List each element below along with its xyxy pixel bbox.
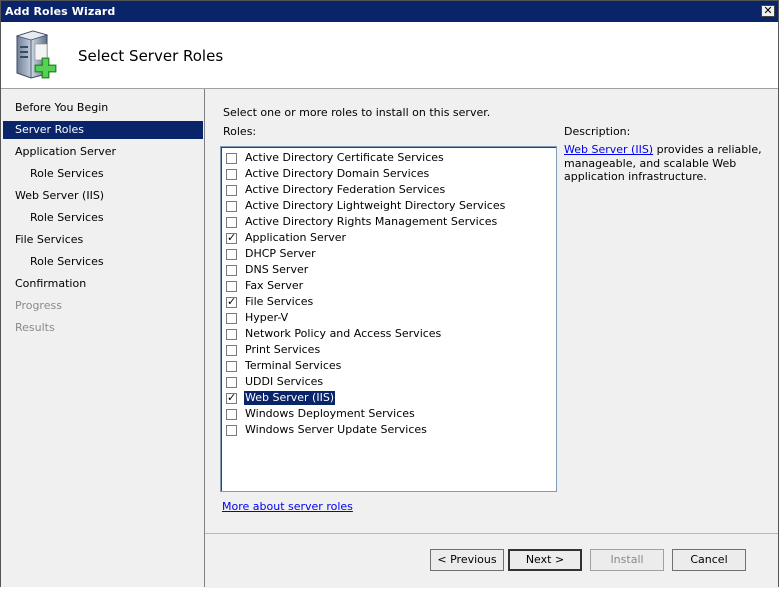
role-item[interactable]: Active Directory Lightweight Directory S… bbox=[226, 198, 506, 214]
role-checkbox[interactable] bbox=[226, 328, 237, 340]
nav-item-application-server[interactable]: Application Server bbox=[3, 143, 203, 161]
role-checkbox[interactable] bbox=[226, 408, 237, 420]
wizard-window: Add Roles Wizard ✕ Select Server Roles B… bbox=[0, 0, 779, 588]
previous-button[interactable]: < Previous bbox=[430, 549, 504, 571]
role-label: File Services bbox=[245, 295, 314, 308]
role-label: Windows Deployment Services bbox=[245, 407, 415, 420]
role-label: UDDI Services bbox=[245, 375, 324, 388]
role-item[interactable]: Active Directory Domain Services bbox=[226, 166, 430, 182]
role-item[interactable]: Network Policy and Access Services bbox=[226, 326, 442, 342]
description-label: Description: bbox=[564, 125, 631, 138]
role-label: Fax Server bbox=[245, 279, 304, 292]
role-label: DNS Server bbox=[245, 263, 309, 276]
next-button[interactable]: Next > bbox=[508, 549, 582, 571]
page-title: Select Server Roles bbox=[78, 47, 224, 65]
role-item[interactable]: Active Directory Rights Management Servi… bbox=[226, 214, 498, 230]
role-checkbox[interactable] bbox=[226, 312, 237, 324]
close-button[interactable]: ✕ bbox=[761, 5, 775, 17]
role-checkbox[interactable] bbox=[226, 216, 237, 228]
role-label: Active Directory Lightweight Directory S… bbox=[245, 199, 506, 212]
role-item[interactable]: UDDI Services bbox=[226, 374, 324, 390]
nav-item-application-server-role-services[interactable]: Role Services bbox=[3, 165, 203, 183]
role-item[interactable]: ✓ Application Server bbox=[226, 230, 347, 246]
nav-item-web-server[interactable]: Web Server (IIS) bbox=[3, 187, 203, 205]
description-text: Web Server (IIS) provides a reliable, ma… bbox=[564, 143, 764, 184]
role-item[interactable]: Fax Server bbox=[226, 278, 304, 294]
role-item[interactable]: Print Services bbox=[226, 342, 321, 358]
wizard-header: Select Server Roles bbox=[1, 22, 778, 89]
role-item[interactable]: ✓ Web Server (IIS) bbox=[226, 390, 336, 406]
role-item[interactable]: ✓ File Services bbox=[226, 294, 314, 310]
wizard-footer: < Previous Next > Install Cancel bbox=[205, 533, 778, 588]
role-label: DHCP Server bbox=[245, 247, 316, 260]
role-checkbox-checked[interactable]: ✓ bbox=[226, 390, 237, 404]
checkmark-icon: ✓ bbox=[227, 230, 237, 244]
role-label: Active Directory Rights Management Servi… bbox=[245, 215, 498, 228]
role-label: Active Directory Domain Services bbox=[245, 167, 430, 180]
role-item[interactable]: Active Directory Federation Services bbox=[226, 182, 446, 198]
role-label: Print Services bbox=[245, 343, 321, 356]
instruction-text: Select one or more roles to install on t… bbox=[223, 106, 491, 119]
main-content: Select one or more roles to install on t… bbox=[205, 89, 778, 533]
role-label: Network Policy and Access Services bbox=[245, 327, 442, 340]
title-bar[interactable]: Add Roles Wizard ✕ bbox=[1, 1, 778, 22]
roles-list[interactable]: Active Directory Certificate Services Ac… bbox=[220, 146, 557, 492]
role-checkbox[interactable] bbox=[226, 264, 237, 276]
role-checkbox-checked[interactable]: ✓ bbox=[226, 294, 237, 308]
server-add-icon bbox=[15, 30, 57, 79]
nav-item-confirmation[interactable]: Confirmation bbox=[3, 275, 203, 293]
roles-label: Roles: bbox=[223, 125, 257, 138]
role-checkbox[interactable] bbox=[226, 424, 237, 436]
role-item[interactable]: Terminal Services bbox=[226, 358, 342, 374]
wizard-steps-nav: Before You Begin Server Roles Applicatio… bbox=[1, 89, 205, 587]
more-about-roles-link[interactable]: More about server roles bbox=[222, 500, 353, 513]
nav-item-file-services[interactable]: File Services bbox=[3, 231, 203, 249]
role-checkbox[interactable] bbox=[226, 280, 237, 292]
checkmark-icon: ✓ bbox=[227, 390, 237, 404]
role-item[interactable]: Windows Deployment Services bbox=[226, 406, 416, 422]
role-item[interactable]: DHCP Server bbox=[226, 246, 317, 262]
role-label: Windows Server Update Services bbox=[245, 423, 427, 436]
role-item[interactable]: Active Directory Certificate Services bbox=[226, 150, 445, 166]
nav-item-results: Results bbox=[15, 321, 55, 334]
cancel-button[interactable]: Cancel bbox=[672, 549, 746, 571]
role-label: Active Directory Federation Services bbox=[245, 183, 446, 196]
nav-item-web-server-role-services[interactable]: Role Services bbox=[3, 209, 203, 227]
role-item[interactable]: DNS Server bbox=[226, 262, 309, 278]
role-checkbox[interactable] bbox=[226, 152, 237, 164]
nav-item-progress: Progress bbox=[15, 299, 62, 312]
role-checkbox[interactable] bbox=[226, 168, 237, 180]
role-checkbox[interactable] bbox=[226, 360, 237, 372]
role-label-selected: Web Server (IIS) bbox=[244, 391, 336, 405]
role-label: Active Directory Certificate Services bbox=[245, 151, 444, 164]
install-button: Install bbox=[590, 549, 664, 571]
role-label: Application Server bbox=[245, 231, 347, 244]
description-link[interactable]: Web Server (IIS) bbox=[564, 143, 653, 156]
nav-item-file-services-role-services[interactable]: Role Services bbox=[3, 253, 203, 271]
role-item[interactable]: Hyper-V bbox=[226, 310, 289, 326]
role-checkbox[interactable] bbox=[226, 200, 237, 212]
role-checkbox[interactable] bbox=[226, 184, 237, 196]
nav-item-before-you-begin[interactable]: Before You Begin bbox=[3, 99, 203, 117]
role-label: Hyper-V bbox=[245, 311, 289, 324]
role-checkbox[interactable] bbox=[226, 248, 237, 260]
role-item[interactable]: Windows Server Update Services bbox=[226, 422, 428, 438]
window-title: Add Roles Wizard bbox=[5, 5, 116, 18]
checkmark-icon: ✓ bbox=[227, 294, 237, 308]
nav-item-server-roles[interactable]: Server Roles bbox=[3, 121, 203, 139]
close-icon: ✕ bbox=[763, 4, 773, 17]
role-checkbox[interactable] bbox=[226, 344, 237, 356]
role-checkbox-checked[interactable]: ✓ bbox=[226, 230, 237, 244]
role-checkbox[interactable] bbox=[226, 376, 237, 388]
role-label: Terminal Services bbox=[245, 359, 342, 372]
